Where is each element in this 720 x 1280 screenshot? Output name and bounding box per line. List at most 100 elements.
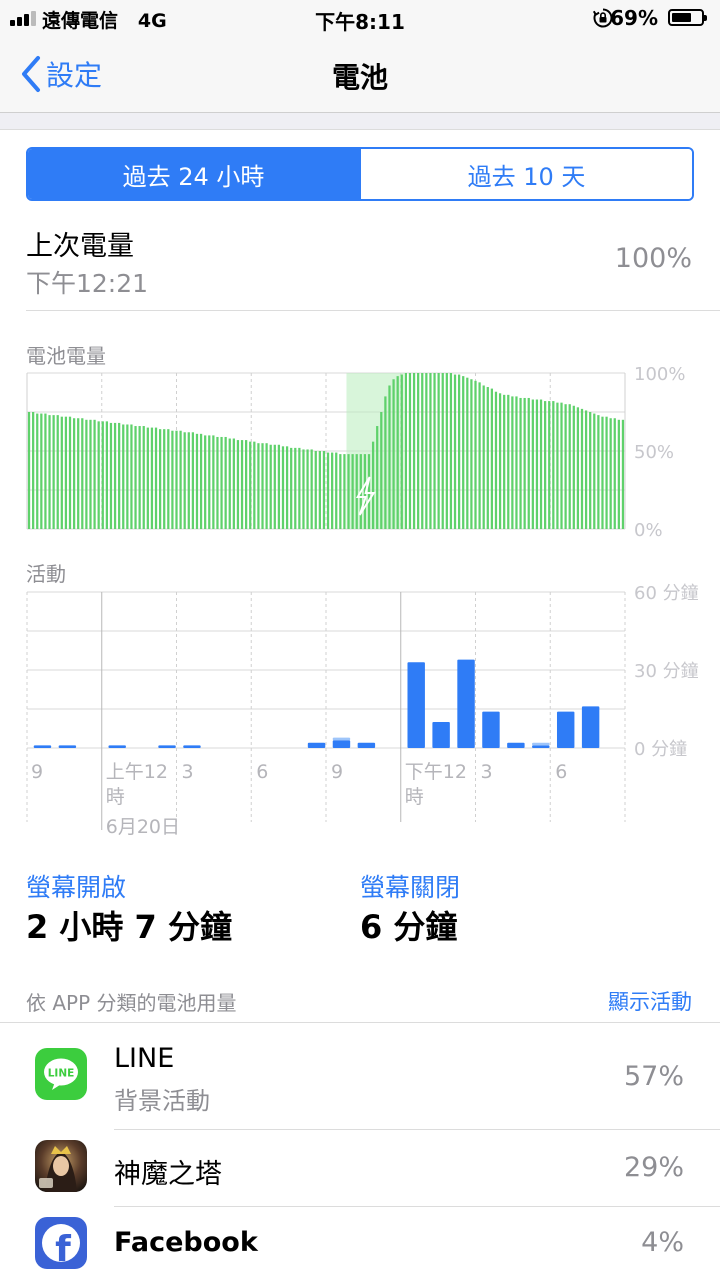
segment-last-10-days[interactable]: 過去 10 天 <box>359 149 692 199</box>
battery-level-bar <box>548 401 551 529</box>
battery-level-bar <box>404 373 407 529</box>
battery-level-bar <box>339 454 342 529</box>
battery-level-bar <box>265 443 268 529</box>
y-tick-label: 0% <box>634 520 663 541</box>
usage-section-title: 依 APP 分類的電池用量 <box>26 991 237 1015</box>
y-tick-label: 30 分鐘 <box>634 661 699 682</box>
screen-on-bar <box>556 711 575 748</box>
battery-level-bar <box>228 438 231 529</box>
x-tick-label: 3 <box>481 761 493 783</box>
y-tick-label: 0 分鐘 <box>634 739 687 760</box>
battery-level-bar <box>408 373 412 529</box>
battery-level-bar <box>126 424 129 529</box>
battery-level-bar <box>220 436 223 529</box>
battery-level-bar <box>81 418 84 529</box>
activity-chart-bars <box>33 659 600 748</box>
battery-level-bar <box>494 391 498 529</box>
app-name: LINE <box>114 1043 175 1074</box>
battery-level-bar <box>118 422 121 529</box>
battery-level-bar <box>85 419 88 529</box>
battery-level-bar <box>580 408 584 529</box>
battery-level-bar <box>224 436 227 529</box>
battery-level-bar <box>584 410 588 529</box>
y-tick-label: 60 分鐘 <box>634 583 699 604</box>
x-tick-label: 9 <box>331 761 343 783</box>
battery-level-bar <box>89 419 92 529</box>
battery-level-bar <box>474 380 477 529</box>
battery-level-bar <box>122 424 125 529</box>
battery-level-bar <box>466 377 469 529</box>
battery-level-bar <box>392 379 395 529</box>
line-app-icon: LINE <box>35 1048 87 1100</box>
battery-level-bar <box>302 449 305 529</box>
battery-level-bar <box>621 419 625 529</box>
app-row-facebook[interactable]: f Facebook 4% <box>0 1207 720 1280</box>
battery-level-bar <box>576 407 580 529</box>
battery-level-bar <box>105 421 108 529</box>
screen-on-bar <box>457 659 475 748</box>
battery-level-bar <box>457 374 461 529</box>
screen-on-bar <box>58 745 77 748</box>
battery-level-bar <box>154 427 158 529</box>
facebook-app-icon: f <box>35 1217 87 1269</box>
battery-level-bar <box>48 415 51 529</box>
battery-level-bar <box>515 396 518 529</box>
battery-level-bar <box>605 416 608 529</box>
navigation-bar: 設定 電池 <box>0 38 720 113</box>
app-row-line[interactable]: LINE LINE 背景活動 57% <box>0 1023 720 1129</box>
battery-level-bar <box>331 452 334 529</box>
battery-level-bar <box>564 404 567 529</box>
battery-level-bar <box>175 430 178 529</box>
app-subtitle: 背景活動 <box>114 1087 210 1115</box>
segment-last-24-hours[interactable]: 過去 24 小時 <box>28 149 359 199</box>
screen-on-value: 2 小時 7 分鐘 <box>26 908 232 946</box>
battery-level-bar <box>613 418 616 529</box>
battery-level-bar <box>482 385 485 529</box>
battery-level-bar <box>253 441 256 529</box>
show-activity-button[interactable]: 顯示活動 <box>608 986 692 1016</box>
battery-level-bar <box>44 413 47 529</box>
battery-level-bar <box>498 393 502 529</box>
battery-level-bar <box>601 416 604 529</box>
battery-level-bar <box>60 416 63 529</box>
battery-level-bar <box>171 430 174 529</box>
battery-level-bar <box>109 422 113 529</box>
battery-level-bar <box>294 447 297 529</box>
battery-level-bar <box>232 438 235 529</box>
battery-level-bar <box>453 374 457 529</box>
battery-level-bar <box>167 429 170 529</box>
battery-level-bar <box>77 418 80 529</box>
screen-on-bar <box>532 745 550 748</box>
screen-off-bar <box>332 737 351 741</box>
app-row-tower-of-saviors[interactable]: 神魔之塔 29% <box>0 1130 720 1206</box>
battery-level-bar <box>445 373 448 529</box>
battery-chart-tick-labels: 100% 50% 0% <box>634 364 685 541</box>
battery-level-bar <box>539 399 543 529</box>
battery-level-bar <box>138 426 141 529</box>
battery-level-bar <box>187 432 190 529</box>
screen-on-bar <box>332 740 351 748</box>
battery-level-bar <box>572 405 575 529</box>
battery-level-bar <box>556 402 559 529</box>
app-name: Facebook <box>114 1227 258 1258</box>
battery-level-bar <box>113 422 117 529</box>
battery-level-bar <box>158 429 162 529</box>
battery-level-bar <box>425 373 428 529</box>
app-name: 神魔之塔 <box>114 1159 222 1190</box>
battery-level-bar <box>97 421 100 529</box>
x-tick-label: 6 <box>256 761 268 783</box>
battery-level-bar <box>245 440 248 529</box>
screen-off-bar <box>532 742 550 746</box>
battery-level-bar <box>527 397 530 529</box>
battery-level-bar <box>281 446 285 529</box>
charging-period-band <box>346 373 404 529</box>
battery-level-bar <box>355 454 358 529</box>
date-label: 6月20日 <box>106 816 180 838</box>
battery-level-bar <box>597 415 600 529</box>
screen-on-bar <box>357 742 376 748</box>
status-bar: 遠傳電信 4G 下午8:11 69% <box>0 0 720 38</box>
battery-level-bar <box>27 412 31 529</box>
app-percent: 4% <box>641 1227 684 1258</box>
battery-level-bar <box>306 449 309 529</box>
battery-level-bar <box>310 449 313 529</box>
